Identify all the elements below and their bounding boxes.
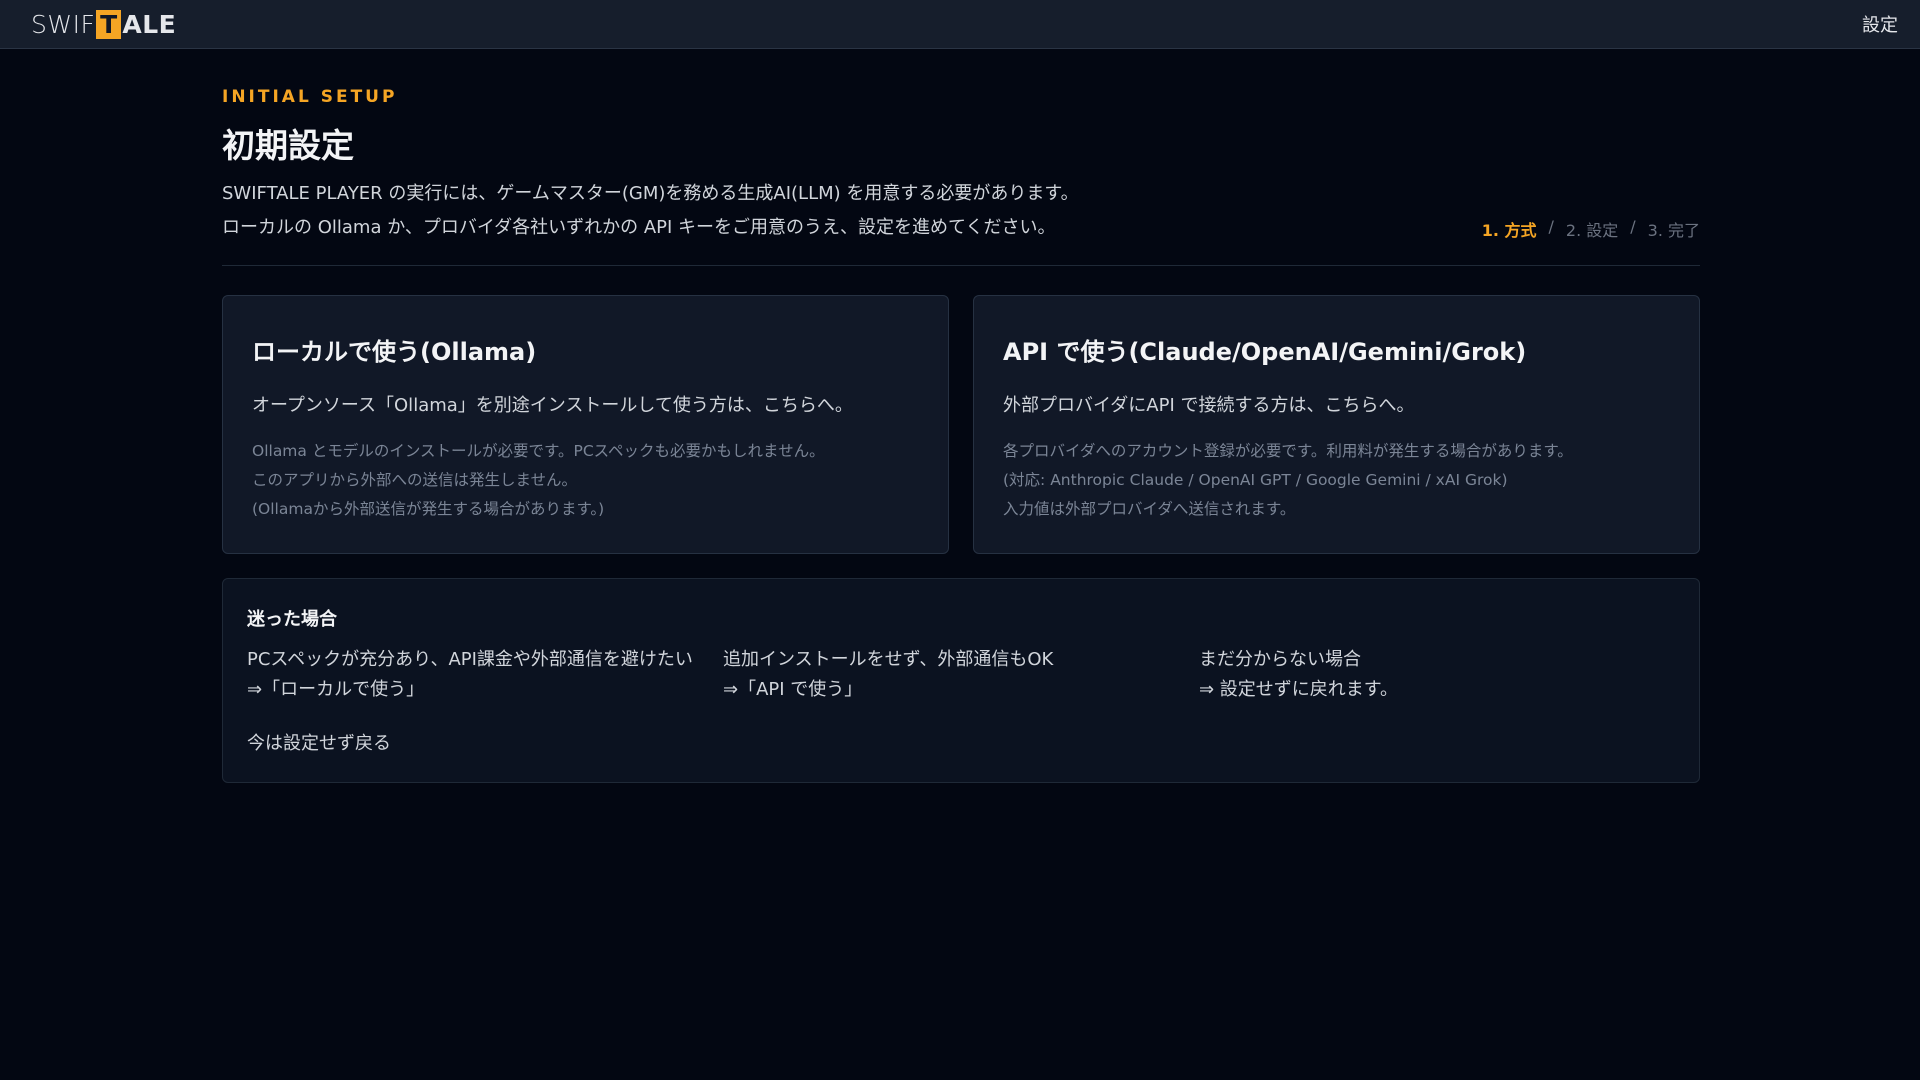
step-settings: 2. 設定 bbox=[1565, 221, 1619, 240]
help-panel: 迷った場合 PCスペックが充分あり、API課金や外部通信を避けたい ⇒「ローカル… bbox=[222, 578, 1700, 783]
card-note: (Ollamaから外部送信が発生する場合があります。) bbox=[252, 500, 605, 518]
help-column-local: PCスペックが充分あり、API課金や外部通信を避けたい ⇒「ローカルで使う」 bbox=[247, 645, 723, 705]
description-line: ローカルの Ollama か、プロバイダ各社いずれかの API キーをご用意のう… bbox=[222, 217, 1056, 238]
help-text: ⇒ 設定せずに戻れます。 bbox=[1199, 679, 1399, 700]
help-text: PCスペックが充分あり、API課金や外部通信を避けたい bbox=[247, 649, 693, 670]
divider bbox=[222, 265, 1700, 266]
help-column-undecided: まだ分からない場合 ⇒ 設定せずに戻れます。 bbox=[1199, 645, 1675, 705]
step-separator: / bbox=[1548, 217, 1554, 236]
description-line: SWIFTALE PLAYER の実行には、ゲームマスター(GM)を務める生成A… bbox=[222, 183, 1079, 204]
help-column-api: 追加インストールをせず、外部通信もOK ⇒「API で使う」 bbox=[723, 645, 1199, 705]
card-note: 各プロバイダへのアカウント登録が必要です。利用料が発生する場合があります。 bbox=[1003, 442, 1573, 460]
step-indicator: 1. 方式 / 2. 設定 / 3. 完了 bbox=[1482, 217, 1700, 241]
app-logo[interactable]: SWIF T ALE bbox=[31, 9, 177, 39]
card-title: ローカルで使う(Ollama) bbox=[252, 338, 537, 366]
help-columns: PCスペックが充分あり、API課金や外部通信を避けたい ⇒「ローカルで使う」 追… bbox=[247, 645, 1675, 705]
help-title: 迷った場合 bbox=[247, 609, 337, 630]
step-complete: 3. 完了 bbox=[1647, 221, 1700, 240]
api-provider-card[interactable]: API で使う(Claude/OpenAI/Gemini/Grok) 外部プロバ… bbox=[973, 295, 1700, 554]
top-bar: SWIF T ALE 設定 bbox=[0, 0, 1920, 49]
card-notes: 各プロバイダへのアカウント登録が必要です。利用料が発生する場合があります。 (対… bbox=[1003, 437, 1670, 524]
help-text: ⇒「API で使う」 bbox=[723, 679, 863, 700]
card-notes: Ollama とモデルのインストールが必要です。PCスペックも必要かもしれません… bbox=[252, 437, 919, 524]
logo-suffix: ALE bbox=[122, 9, 177, 39]
setup-description: SWIFTALE PLAYER の実行には、ゲームマスター(GM)を務める生成A… bbox=[222, 177, 1079, 245]
help-text: まだ分からない場合 bbox=[1199, 649, 1361, 670]
skip-setup-link[interactable]: 今は設定せず戻る bbox=[247, 729, 391, 755]
card-lead: 外部プロバイダにAPI で接続する方は、こちらへ。 bbox=[1003, 395, 1415, 416]
logo-box-letter: T bbox=[96, 9, 122, 39]
step-separator: / bbox=[1630, 217, 1636, 236]
help-text: ⇒「ローカルで使う」 bbox=[247, 679, 425, 700]
card-note: Ollama とモデルのインストールが必要です。PCスペックも必要かもしれません… bbox=[252, 442, 825, 460]
help-text: 追加インストールをせず、外部通信もOK bbox=[723, 649, 1054, 670]
card-note: 入力値は外部プロバイダへ送信されます。 bbox=[1003, 500, 1296, 518]
local-ollama-card[interactable]: ローカルで使う(Ollama) オープンソース「Ollama」を別途インストール… bbox=[222, 295, 949, 554]
step-method: 1. 方式 bbox=[1481, 221, 1537, 240]
page-title: 初期設定 bbox=[222, 126, 354, 165]
card-lead: オープンソース「Ollama」を別途インストールして使う方は、こちらへ。 bbox=[252, 395, 853, 416]
card-title: API で使う(Claude/OpenAI/Gemini/Grok) bbox=[1003, 338, 1527, 366]
logo-prefix: SWIF bbox=[31, 9, 96, 39]
setup-eyebrow: INITIAL SETUP bbox=[222, 87, 398, 107]
settings-link[interactable]: 設定 bbox=[1862, 11, 1898, 37]
card-note: このアプリから外部への送信は発生しません。 bbox=[252, 471, 578, 489]
card-note: (対応: Anthropic Claude / OpenAI GPT / Goo… bbox=[1003, 471, 1508, 489]
